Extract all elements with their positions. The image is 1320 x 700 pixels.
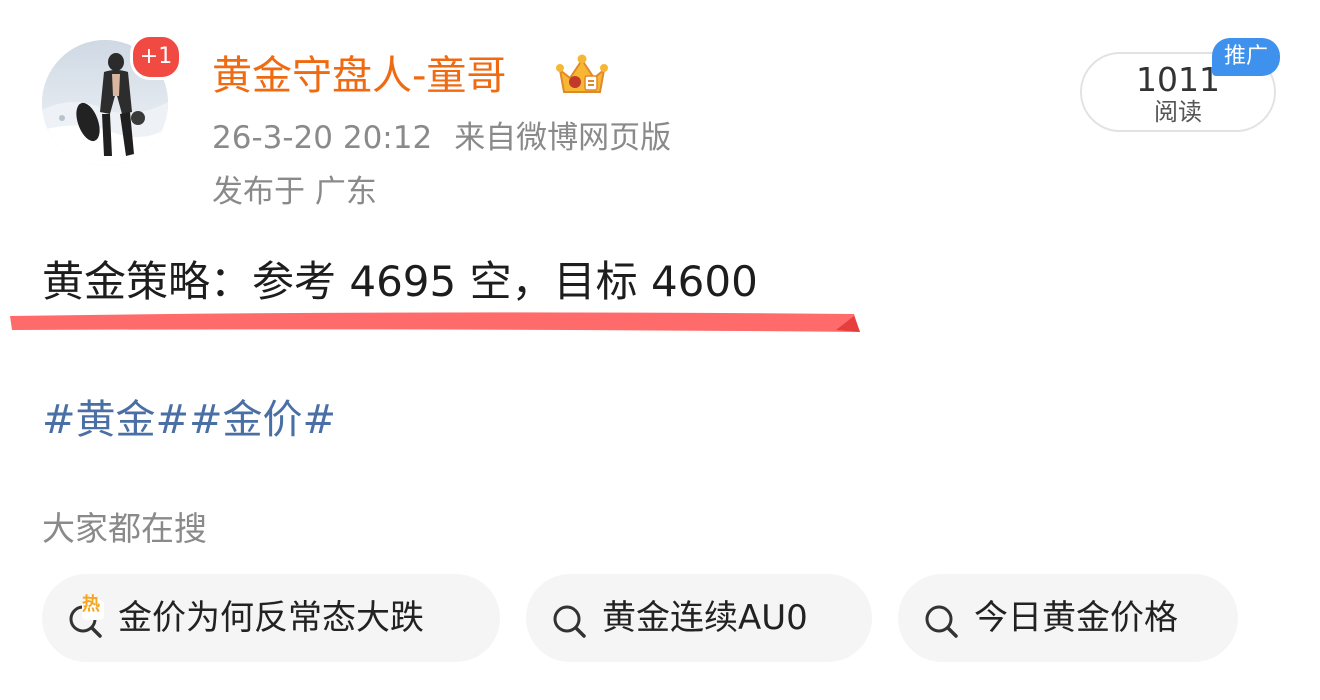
post-location: 发布于 广东 xyxy=(212,174,377,210)
search-chip-label: 今日黄金价格 xyxy=(974,598,1178,638)
search-icon xyxy=(925,605,958,638)
highlight-underline xyxy=(10,312,860,332)
weibo-post-card: +1 黄金守盘人-童哥 26-3-20 20:12 来自微博网页版 发布于 广东 … xyxy=(0,0,1320,700)
crown-vip-icon[interactable] xyxy=(554,52,610,100)
hot-badge: 热 xyxy=(82,594,100,615)
post-text: 黄金策略：参考 4695 空，目标 4600 xyxy=(42,257,758,306)
read-label: 阅读 xyxy=(1154,98,1202,126)
search-chip-label: 黄金连续AU0 xyxy=(602,598,808,638)
search-chip[interactable]: 黄金连续AU0 xyxy=(526,574,872,662)
search-chip[interactable]: 热 金价为何反常态大跌 xyxy=(42,574,500,662)
search-chip[interactable]: 今日黄金价格 xyxy=(898,574,1238,662)
search-section-title: 大家都在搜 xyxy=(42,509,207,548)
promo-button[interactable]: 推广 xyxy=(1212,38,1280,76)
search-chip-label: 金价为何反常态大跌 xyxy=(118,598,424,638)
post-source: 来自微博网页版 xyxy=(454,120,672,156)
post-timestamp[interactable]: 26-3-20 20:12 xyxy=(212,120,432,156)
avatar-notification-badge: +1 xyxy=(130,34,182,80)
author-name[interactable]: 黄金守盘人-童哥 xyxy=(212,48,506,104)
post-meta: 26-3-20 20:12 来自微博网页版 xyxy=(212,116,671,160)
hashtag-links[interactable]: #黄金##金价# xyxy=(42,392,336,448)
search-icon xyxy=(553,605,586,638)
